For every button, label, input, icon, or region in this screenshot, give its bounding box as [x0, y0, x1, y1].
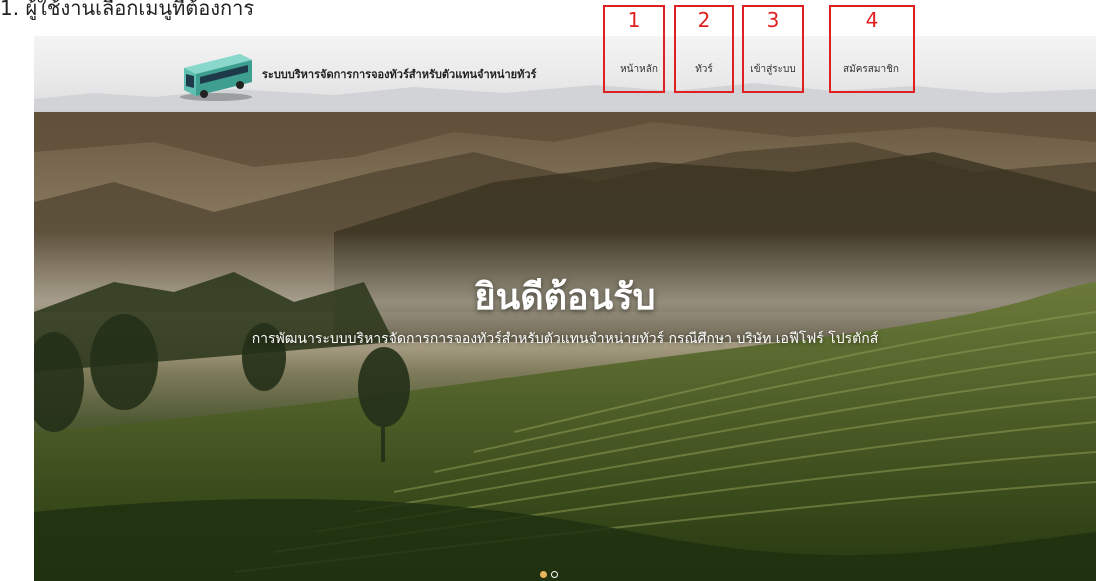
navbar: ระบบบริหารจัดการการจองทัวร์สำหรับตัวแทนจ…	[34, 36, 1096, 112]
instruction-caption: 1. ผู้ใช้งานเลือกเมนูที่ต้องการ	[0, 0, 255, 20]
nav-home[interactable]: หน้าหลัก	[608, 57, 670, 81]
brand[interactable]: ระบบบริหารจัดการการจองทัวร์สำหรับตัวแทนจ…	[174, 42, 536, 106]
carousel-indicators	[540, 571, 558, 578]
hero-title: ยินดีต้อนรับ	[474, 277, 656, 318]
carousel-dot-2[interactable]	[551, 571, 558, 578]
hero-subtitle: การพัฒนาระบบบริหารจัดการการจองทัวร์สำหรั…	[251, 331, 879, 347]
nav-home-label: หน้าหลัก	[620, 63, 658, 75]
annotation-number-1: 1	[627, 8, 641, 32]
nav-login[interactable]: เข้าสู่ระบบ	[742, 57, 804, 81]
nav-tours-label: ทัวร์	[695, 63, 713, 75]
carousel-dot-1[interactable]	[540, 571, 547, 578]
annotation-number-3: 3	[766, 8, 780, 32]
nav-tours[interactable]: ทัวร์	[674, 57, 734, 81]
website-frame: ระบบบริหารจัดการการจองทัวร์สำหรับตัวแทนจ…	[34, 36, 1096, 581]
hero-banner: ยินดีต้อนรับ การพัฒนาระบบบริหารจัดการการ…	[34, 112, 1096, 581]
nav-login-label: เข้าสู่ระบบ	[750, 63, 796, 75]
nav-register[interactable]: สมัครสมาชิก	[828, 57, 914, 81]
nav-register-label: สมัครสมาชิก	[843, 63, 899, 75]
bus-icon	[180, 54, 252, 101]
annotation-number-2: 2	[697, 8, 711, 32]
annotation-number-4: 4	[865, 8, 879, 32]
brand-title: ระบบบริหารจัดการการจองทัวร์สำหรับตัวแทนจ…	[262, 68, 537, 81]
